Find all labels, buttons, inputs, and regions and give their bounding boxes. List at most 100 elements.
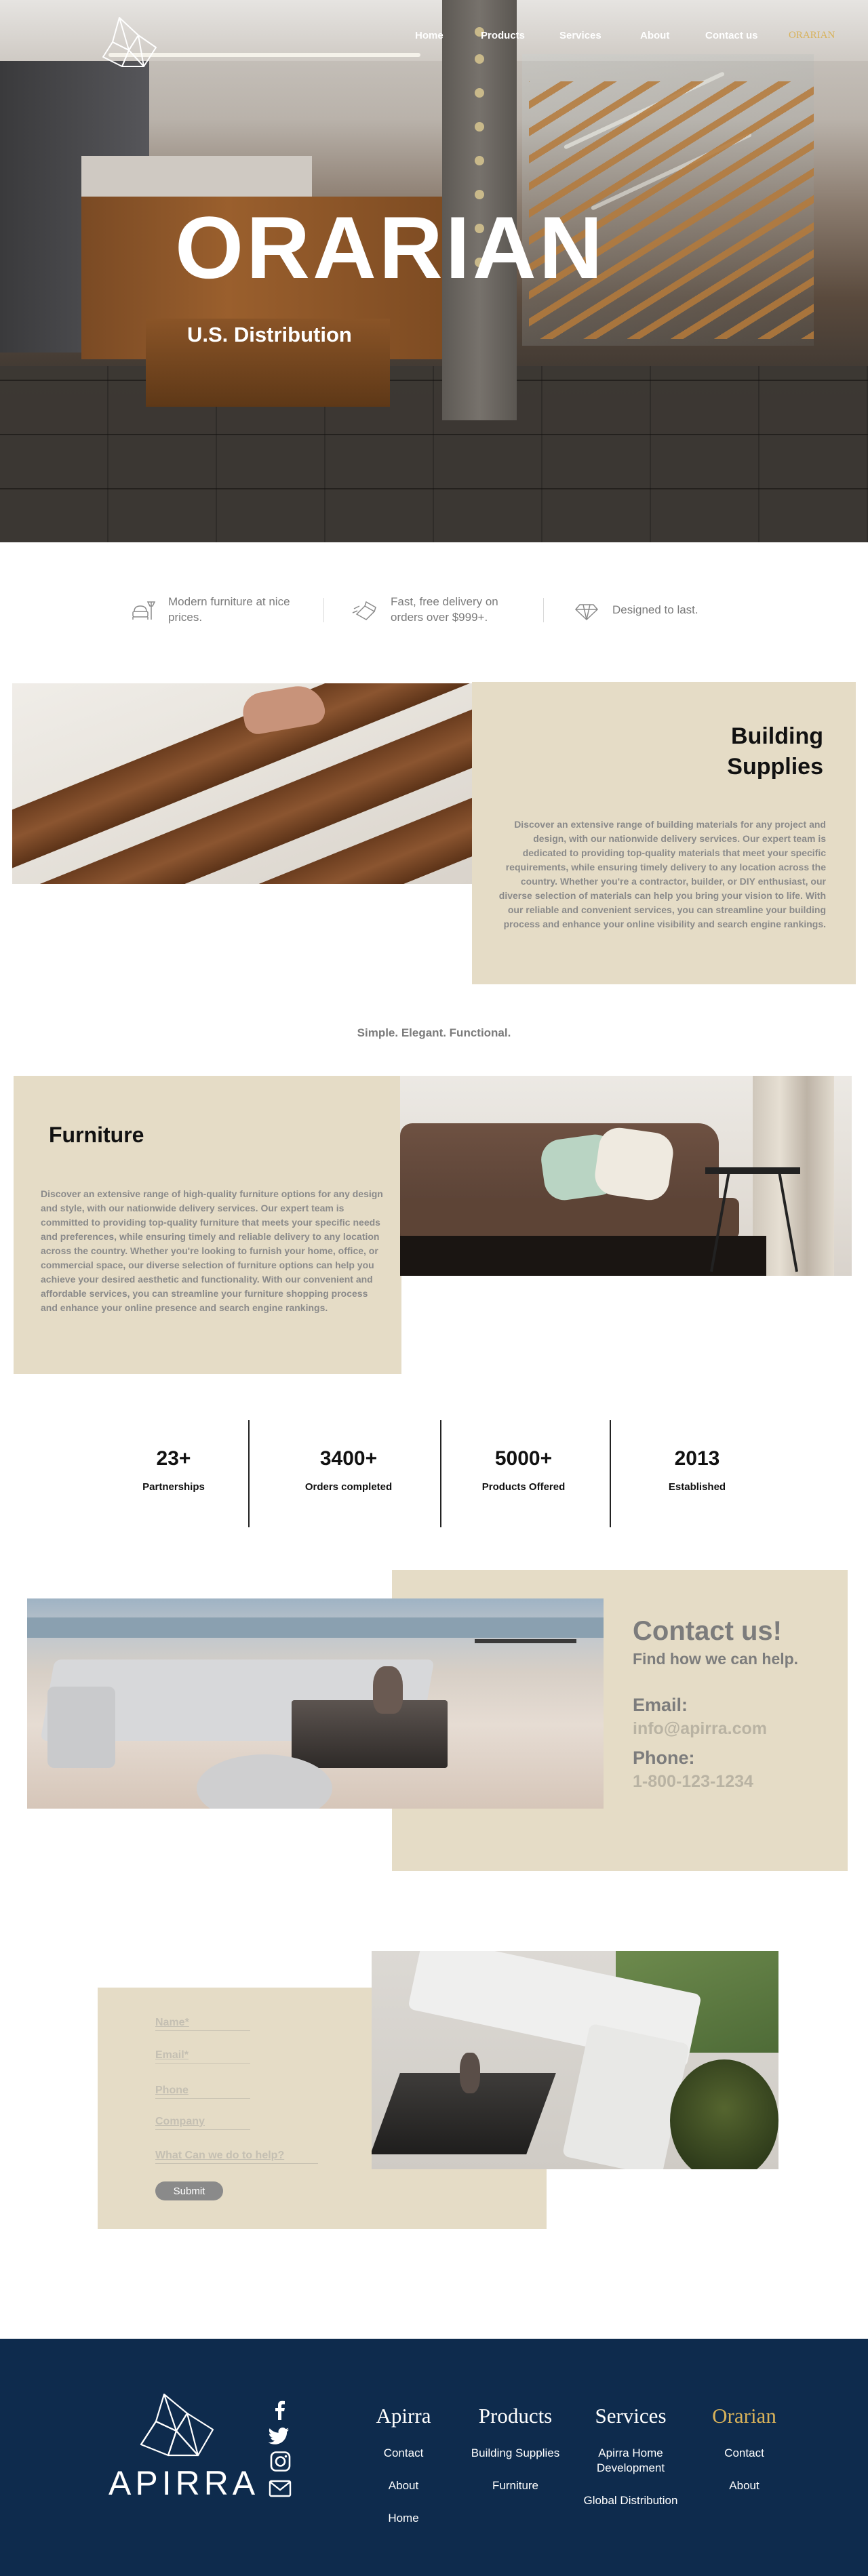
footer-col-orarian: Orarian Contact About	[702, 2404, 787, 2493]
nav-contact-us[interactable]: Contact us	[705, 30, 758, 41]
nav-services[interactable]: Services	[559, 30, 601, 41]
footer-heading: Apirra	[376, 2404, 431, 2428]
feature-divider	[323, 598, 324, 622]
pillar-light	[475, 88, 484, 98]
stat-value: 3400+	[319, 1447, 378, 1470]
stat-value: 23+	[156, 1447, 191, 1470]
footer-col-apirra: Apirra Contact About Home	[366, 2404, 441, 2526]
contact-image	[27, 1598, 604, 1809]
outdoor-sofa-arm	[47, 1687, 115, 1768]
email-label: Email:	[633, 1695, 688, 1715]
stat-label: Established	[668, 1481, 726, 1493]
stat-label: Products Offered	[481, 1481, 566, 1493]
footer-heading: Orarian	[712, 2404, 776, 2428]
twitter-icon[interactable]	[269, 2426, 292, 2446]
feature-text: Designed to last.	[612, 603, 698, 616]
furniture-title: Furniture	[49, 1123, 144, 1147]
feature-item: Designed to last.	[573, 590, 734, 630]
building-title-line2: Supplies	[727, 753, 823, 780]
email-input[interactable]	[155, 2047, 250, 2064]
coffee-table-image	[292, 1700, 448, 1768]
stat-value: 5000+	[494, 1447, 553, 1470]
hero-subtitle: U.S. Distribution	[187, 323, 352, 346]
plant-image	[670, 2059, 778, 2169]
phone-input[interactable]	[155, 2082, 250, 2099]
pillar-light	[475, 54, 484, 64]
stat-item: 5000+ Products Offered	[442, 1420, 605, 1493]
furniture-image	[400, 1076, 852, 1276]
nav-about[interactable]: About	[640, 30, 669, 41]
apirra-logo-icon[interactable]	[111, 2390, 233, 2461]
footer-heading: Services	[595, 2404, 667, 2428]
company-input[interactable]	[155, 2114, 250, 2130]
stat-divider	[610, 1420, 611, 1527]
footer-link-contact[interactable]: Contact	[366, 2446, 441, 2461]
furniture-text: Discover an extensive range of high-qual…	[41, 1188, 383, 1313]
building-supplies-image	[12, 683, 473, 884]
pillar-light	[475, 122, 484, 132]
footer-heading: Products	[478, 2404, 553, 2428]
pillar-light	[475, 156, 484, 165]
vase-image	[373, 1666, 403, 1714]
phone-label: Phone:	[633, 1748, 695, 1768]
building-title-line1: Building	[731, 723, 823, 749]
footer-link-contact[interactable]: Contact	[702, 2446, 787, 2461]
footer-col-products: Products Building Supplies Furniture	[461, 2404, 570, 2493]
footer-link-apirra-home-development[interactable]: Apirra Home Development	[580, 2446, 682, 2476]
help-input[interactable]	[155, 2148, 318, 2164]
top-nav: Home Products Services About Contact us …	[0, 30, 868, 43]
sea-image	[27, 1617, 604, 1638]
diamond-icon	[574, 604, 599, 621]
hero-section: Home Products Services About Contact us …	[0, 0, 868, 542]
footer-link-about[interactable]: About	[366, 2478, 441, 2493]
form-image	[372, 1951, 778, 2169]
features-strip: Modern furniture at nice prices. Fast, f…	[0, 590, 868, 630]
nav-home[interactable]: Home	[415, 30, 443, 41]
delivery-box-icon	[352, 601, 376, 620]
feature-text: Modern furniture at nice prices.	[168, 595, 290, 624]
furniture-panel: Furniture Discover an extensive range of…	[14, 1076, 401, 1374]
sofa-lamp-icon	[132, 601, 156, 620]
hero-floor-lines	[0, 366, 868, 542]
stats-section: 23+ Partnerships 3400+ Orders completed …	[0, 1420, 868, 1529]
footer: APIRRA Apirra Contact About Home Product…	[0, 2339, 868, 2576]
contact-title: Contact us!	[633, 1616, 782, 1646]
footer-col-services: Services Apirra Home Development Global …	[580, 2404, 682, 2508]
feature-divider	[543, 598, 544, 622]
stat-value: 2013	[674, 1447, 720, 1470]
feature-item: Modern furniture at nice prices.	[129, 590, 290, 630]
contact-subtitle: Find how we can help.	[633, 1650, 799, 1668]
stat-divider	[248, 1420, 250, 1527]
footer-link-global-distribution[interactable]: Global Distribution	[580, 2493, 682, 2508]
building-supplies-panel: Building Supplies Discover an extensive …	[472, 682, 856, 984]
mail-icon[interactable]	[269, 2478, 292, 2499]
stat-item: 23+ Partnerships	[92, 1420, 255, 1493]
stat-item: 2013 Established	[616, 1420, 778, 1493]
building-supplies-title: Building Supplies	[727, 721, 823, 782]
vase-image	[460, 2053, 480, 2093]
nav-products[interactable]: Products	[481, 30, 525, 41]
footer-link-furniture[interactable]: Furniture	[461, 2478, 570, 2493]
stat-label: Orders completed	[304, 1481, 393, 1493]
footer-link-about[interactable]: About	[702, 2478, 787, 2493]
footer-link-building-supplies[interactable]: Building Supplies	[461, 2446, 570, 2461]
instagram-icon[interactable]	[269, 2451, 292, 2472]
side-table	[705, 1167, 800, 1174]
feature-item: Fast, free delivery on orders over $999+…	[351, 590, 513, 630]
tagline: Simple. Elegant. Functional.	[357, 1026, 511, 1039]
phone-value[interactable]: 1-800-123-1234	[633, 1772, 753, 1792]
email-value[interactable]: info@apirra.com	[633, 1719, 767, 1739]
footer-link-home[interactable]: Home	[366, 2511, 441, 2526]
submit-button[interactable]: Submit	[155, 2181, 223, 2200]
feature-text: Fast, free delivery on orders over $999+…	[391, 595, 498, 624]
footer-wordmark: APIRRA	[108, 2464, 260, 2502]
facebook-icon[interactable]	[269, 2400, 292, 2420]
building-supplies-text: Discover an extensive range of building …	[498, 819, 826, 929]
stat-item: 3400+ Orders completed	[267, 1420, 430, 1493]
sofa-seat	[400, 1198, 739, 1239]
hero-title: ORARIAN	[175, 198, 606, 297]
nav-orarian[interactable]: ORARIAN	[789, 30, 835, 41]
stat-label: Partnerships	[142, 1481, 205, 1493]
pillow-cream	[592, 1125, 676, 1203]
name-input[interactable]	[155, 2015, 250, 2031]
